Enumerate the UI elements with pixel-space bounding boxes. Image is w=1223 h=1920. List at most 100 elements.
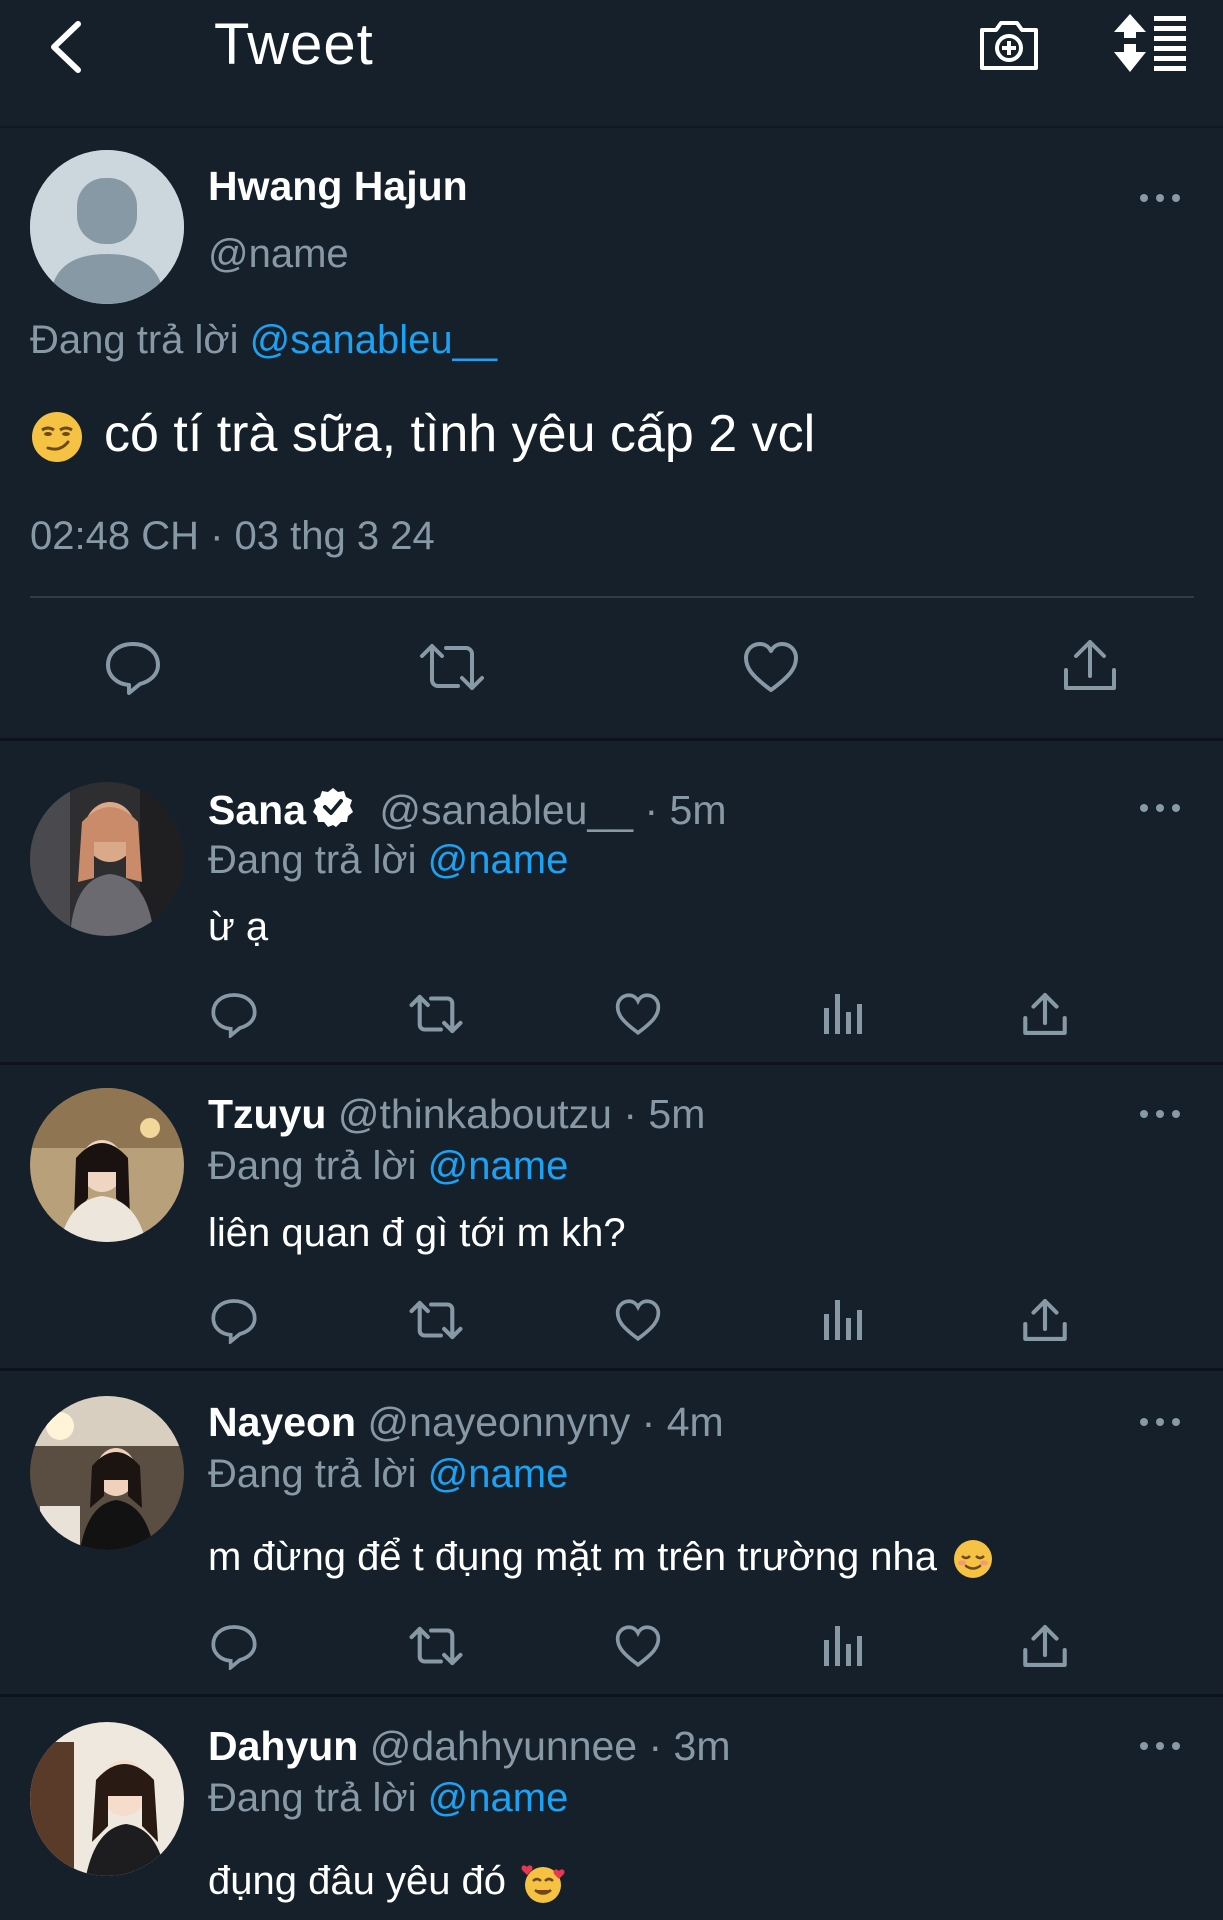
smiling-face-with-hearts-icon [521, 1865, 565, 1904]
avatar[interactable] [30, 1722, 184, 1876]
relieved-face-icon [954, 1540, 993, 1579]
share-button[interactable] [1062, 636, 1118, 699]
analytics-button[interactable] [822, 1622, 864, 1673]
retweet-icon [409, 1626, 463, 1666]
tweet-timestamp: 02:48 CH · 03 thg 3 24 [30, 514, 435, 558]
profile-photo [30, 1722, 184, 1876]
retweet-icon [420, 644, 484, 690]
avatar[interactable] [30, 1088, 184, 1242]
separator [0, 1368, 1223, 1371]
heart-icon [744, 642, 798, 692]
camera-add-icon [980, 21, 1038, 70]
more-options-button[interactable] [1136, 800, 1186, 820]
profile-photo [30, 1396, 184, 1550]
replying-to: Đang trả lời @name [208, 1776, 569, 1820]
author-name[interactable]: Hwang Hajun [208, 162, 468, 210]
more-options-button[interactable] [1136, 190, 1186, 210]
share-icon [1064, 640, 1116, 690]
smirking-face-icon [32, 412, 82, 463]
verified-badge-icon [313, 788, 353, 827]
like-button[interactable] [614, 1298, 662, 1347]
reply-header: Tzuyu @thinkaboutzu · 5m [208, 1090, 705, 1138]
comment-icon [211, 993, 257, 1040]
sort-list-icon [1114, 14, 1186, 72]
replying-to-link[interactable]: @name [428, 1144, 569, 1188]
reply-time: · 5m [623, 1091, 706, 1137]
replying-prefix: Đang trả lời [30, 318, 239, 362]
retweet-button[interactable] [408, 1298, 464, 1347]
author-name[interactable]: Sana [208, 787, 306, 833]
author-handle[interactable]: @name [208, 230, 349, 278]
replying-to-link[interactable]: @name [428, 1452, 569, 1496]
camera-button[interactable] [976, 10, 1042, 76]
author-handle[interactable]: @thinkaboutzu [338, 1091, 612, 1137]
more-options-button[interactable] [1136, 1106, 1186, 1126]
retweet-button[interactable] [408, 1624, 464, 1673]
replying-to: Đang trả lời @name [208, 1144, 569, 1188]
chevron-left-icon [51, 21, 81, 73]
reply-time: · 4m [641, 1399, 724, 1445]
author-handle[interactable]: @nayeonnyny [368, 1399, 631, 1445]
author-name[interactable]: Nayeon [208, 1399, 356, 1445]
like-button[interactable] [742, 640, 800, 699]
reply-time: · 3m [648, 1723, 731, 1769]
replying-to-link[interactable]: @name [428, 838, 569, 882]
replying-to: Đang trả lời @name [208, 838, 569, 882]
comment-icon [106, 642, 160, 695]
back-button[interactable] [40, 10, 100, 80]
share-icon [1023, 993, 1067, 1035]
avatar[interactable] [30, 1396, 184, 1550]
reply-header: Dahyun @dahhyunnee · 3m [208, 1722, 731, 1770]
profile-photo [30, 1088, 184, 1242]
avatar[interactable] [30, 150, 184, 304]
share-icon [1023, 1625, 1067, 1667]
heart-icon [615, 1625, 661, 1668]
separator [0, 738, 1223, 741]
reply-button[interactable] [104, 638, 162, 701]
retweet-button[interactable] [408, 992, 464, 1041]
author-name[interactable]: Dahyun [208, 1723, 358, 1769]
reply-header: Nayeon @nayeonnyny · 4m [208, 1398, 724, 1446]
share-button[interactable] [1022, 1296, 1068, 1349]
replying-to: Đang trả lời @name [208, 1452, 569, 1496]
more-options-button[interactable] [1136, 1738, 1186, 1758]
tweet-text: có tí trà sữa, tình yêu cấp 2 vcl [30, 404, 815, 464]
analytics-button[interactable] [822, 990, 864, 1041]
reply-header: Sana @sanableu__ · 5m [208, 786, 726, 834]
reply-button[interactable] [210, 1622, 258, 1675]
replying-to: Đang trả lời @sanableu__ [30, 316, 497, 364]
heart-icon [615, 993, 661, 1036]
default-avatar-icon [30, 150, 184, 304]
retweet-icon [409, 1300, 463, 1340]
reply-text: liên quan đ gì tới m kh? [208, 1211, 626, 1255]
retweet-icon [409, 994, 463, 1034]
like-button[interactable] [614, 1624, 662, 1673]
analytics-icon [824, 994, 862, 1034]
reply-text: ừ ạ [208, 905, 269, 949]
reply-text: m đừng để t đụng mặt m trên trường nha [208, 1532, 994, 1582]
reply-time: · 5m [644, 787, 727, 833]
reply-text: đụng đâu yêu đó [208, 1856, 565, 1906]
reply-button[interactable] [210, 1296, 258, 1349]
author-name[interactable]: Tzuyu [208, 1091, 326, 1137]
retweet-button[interactable] [418, 640, 486, 699]
comment-icon [211, 1299, 257, 1346]
share-button[interactable] [1022, 1622, 1068, 1675]
divider [30, 596, 1194, 598]
author-handle[interactable]: @sanableu__ [379, 787, 633, 833]
sort-button[interactable] [1112, 12, 1188, 74]
share-icon [1023, 1299, 1067, 1341]
page-title: Tweet [214, 12, 374, 77]
replying-to-link[interactable]: @name [428, 1776, 569, 1820]
like-button[interactable] [614, 992, 662, 1041]
more-options-button[interactable] [1136, 1414, 1186, 1434]
separator [0, 1694, 1223, 1697]
share-button[interactable] [1022, 990, 1068, 1043]
avatar[interactable] [30, 782, 184, 936]
reply-button[interactable] [210, 990, 258, 1043]
replying-to-link[interactable]: @sanableu__ [250, 318, 497, 362]
author-handle[interactable]: @dahhyunnee [370, 1723, 637, 1769]
heart-icon [615, 1299, 661, 1342]
analytics-button[interactable] [822, 1296, 864, 1347]
comment-icon [211, 1625, 257, 1672]
